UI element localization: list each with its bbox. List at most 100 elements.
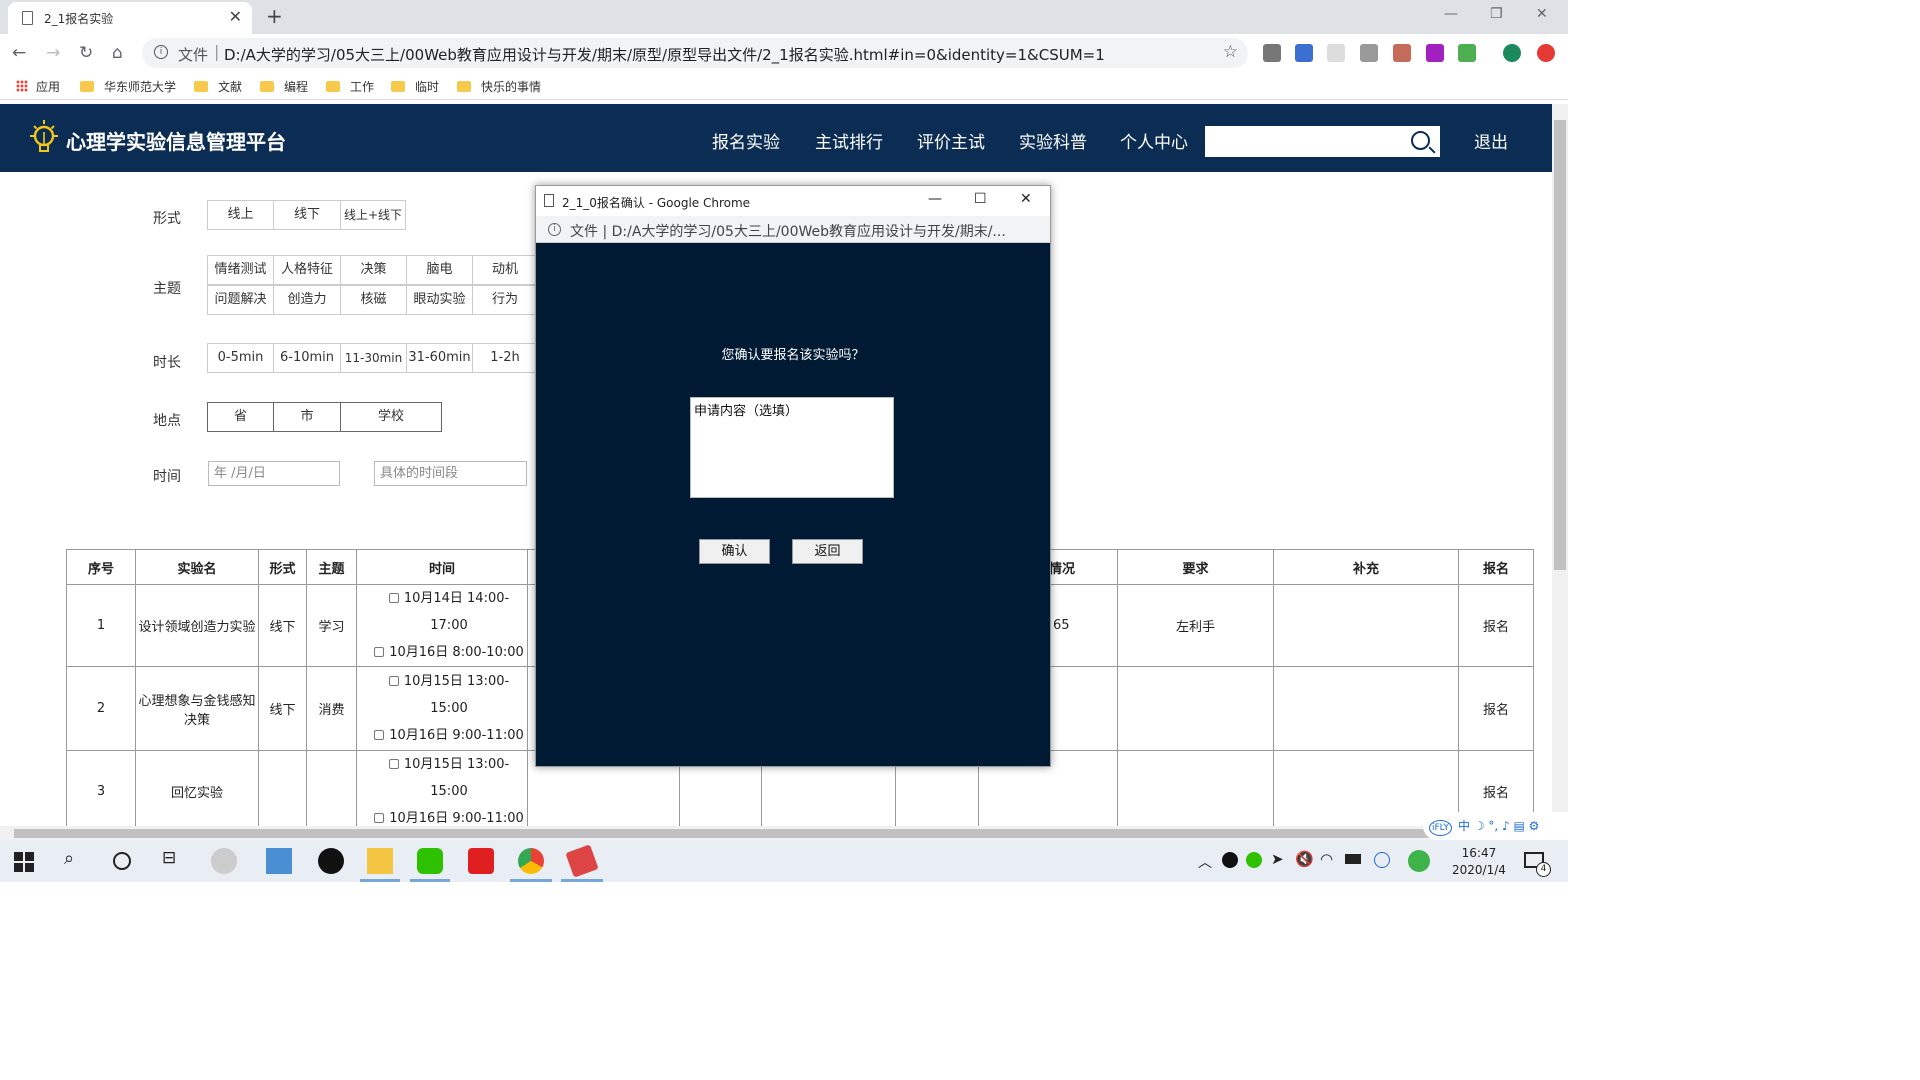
duration-option[interactable]: 11-30min — [340, 343, 407, 373]
time-option[interactable]: 10月14日 14:00-17:00 — [371, 585, 527, 639]
tray-ifly-icon[interactable] — [1374, 852, 1390, 868]
theme-option[interactable]: 情绪测试 — [207, 255, 274, 285]
ime-controls[interactable]: 中 ☽ °, ♪ ▤ ⚙ — [1458, 819, 1539, 833]
duration-option[interactable]: 0-5min — [207, 343, 274, 373]
file-explorer-icon[interactable] — [367, 848, 393, 874]
volume-icon[interactable]: 🔇 — [1295, 850, 1321, 876]
checkbox[interactable] — [388, 593, 399, 603]
application-textarea[interactable]: 申请内容（选填） — [690, 397, 894, 498]
restore-icon[interactable]: ❐ — [1490, 6, 1503, 22]
info-icon[interactable]: i — [154, 45, 168, 59]
theme-option[interactable]: 眼动实验 — [406, 285, 473, 315]
tray-send-icon[interactable]: ➤ — [1271, 850, 1297, 876]
bookmark-folder[interactable]: 临时 — [391, 78, 439, 95]
extension-icon[interactable] — [1295, 44, 1313, 62]
nav-profile[interactable]: 个人中心 — [1120, 128, 1188, 153]
axure-icon[interactable] — [565, 844, 599, 878]
wifi-icon[interactable]: ◠ — [1320, 850, 1346, 876]
task-view-icon[interactable]: ⊟ — [162, 848, 188, 874]
duration-option[interactable]: 6-10min — [273, 343, 341, 373]
time-option[interactable]: 10月15日 13:00-15:00 — [371, 751, 527, 805]
theme-option[interactable]: 问题解决 — [207, 285, 274, 315]
computer-icon[interactable] — [266, 848, 292, 874]
bookmark-folder[interactable]: 工作 — [326, 78, 374, 95]
tray-qq-icon[interactable] — [1222, 852, 1238, 868]
extension-icon[interactable] — [1426, 44, 1444, 62]
checkbox[interactable] — [374, 647, 385, 657]
checkbox[interactable] — [388, 676, 399, 686]
wechat-icon[interactable] — [417, 848, 443, 874]
omnibox[interactable]: i 文件 | D:/A大学的学习/05大三上/00Web教育应用设计与开发/期末… — [142, 38, 1248, 68]
form-option[interactable]: 线上 — [207, 200, 274, 230]
info-icon[interactable]: i — [548, 223, 561, 236]
bookmark-folder[interactable]: 快乐的事情 — [457, 78, 541, 95]
bookmark-apps[interactable]: 应用 — [16, 78, 60, 95]
search-input[interactable] — [1205, 126, 1440, 157]
time-period-input[interactable]: 具体的时间段 — [374, 461, 527, 486]
forward-icon[interactable]: → — [46, 43, 60, 63]
time-option[interactable]: 10月16日 8:00-10:00 — [371, 639, 527, 666]
checkbox[interactable] — [388, 759, 399, 769]
reload-icon[interactable]: ↻ — [79, 43, 93, 63]
extension-icon[interactable] — [1458, 44, 1476, 62]
duration-option[interactable]: 31-60min — [406, 343, 473, 373]
time-option[interactable]: 10月15日 13:00-15:00 — [371, 668, 527, 722]
url-text[interactable]: D:/A大学的学习/05大三上/00Web教育应用设计与开发/期末/原型/原型导… — [224, 44, 1105, 65]
tray-wechat-icon[interactable] — [1246, 852, 1262, 868]
form-option[interactable]: 线下 — [273, 200, 341, 230]
bookmark-folder[interactable]: 编程 — [260, 78, 308, 95]
form-option[interactable]: 线上+线下 — [340, 200, 406, 230]
place-option[interactable]: 学校 — [340, 402, 442, 432]
time-option[interactable]: 10月16日 9:00-11:00 — [371, 722, 527, 749]
extension-icon[interactable] — [1393, 44, 1411, 62]
update-icon[interactable] — [1537, 44, 1555, 62]
bookmark-folder[interactable]: 华东师范大学 — [80, 78, 176, 95]
close-window-icon[interactable]: ✕ — [1536, 6, 1548, 22]
back-button[interactable]: 返回 — [792, 539, 863, 564]
horizontal-scroll-thumb[interactable] — [14, 829, 1549, 838]
theme-option[interactable]: 脑电 — [406, 255, 473, 285]
theme-option[interactable]: 创造力 — [273, 285, 341, 315]
logout-link[interactable]: 退出 — [1474, 128, 1508, 153]
search-icon[interactable]: ⌕ — [64, 848, 90, 874]
tray-360-icon[interactable] — [1408, 850, 1430, 872]
place-option[interactable]: 省 — [207, 402, 274, 432]
qq-icon[interactable] — [318, 848, 344, 874]
cortana-icon[interactable] — [113, 852, 131, 870]
theme-option[interactable]: 决策 — [340, 255, 407, 285]
ifly-icon[interactable]: iFLY — [1429, 820, 1452, 836]
place-option[interactable]: 市 — [273, 402, 341, 432]
theme-option[interactable]: 核磁 — [340, 285, 407, 315]
close-tab-icon[interactable]: ✕ — [229, 7, 242, 26]
tray-chevron-icon[interactable]: ︿ — [1198, 852, 1224, 878]
app-icon[interactable] — [211, 848, 237, 874]
youdao-icon[interactable] — [468, 848, 494, 874]
nav-ranking[interactable]: 主试排行 — [815, 128, 883, 153]
checkbox[interactable] — [374, 813, 385, 823]
extension-icon[interactable] — [1263, 44, 1281, 62]
bookmark-star-icon[interactable]: ☆ — [1223, 42, 1238, 62]
nav-science[interactable]: 实验科普 — [1019, 128, 1087, 153]
theme-option[interactable]: 人格特征 — [273, 255, 341, 285]
search-icon[interactable] — [1411, 131, 1430, 150]
popup-address-bar[interactable]: i 文件 | D:/A大学的学习/05大三上/00Web教育应用设计与开发/期末… — [536, 216, 1050, 243]
signup-link[interactable]: 报名 — [1458, 666, 1534, 751]
chrome-icon[interactable] — [518, 848, 544, 874]
browser-tab[interactable]: 2_1报名实验 ✕ — [8, 2, 252, 34]
windows-start-icon[interactable] — [14, 852, 34, 872]
theme-option[interactable]: 行为 — [472, 285, 538, 315]
popup-maximize-icon[interactable]: ☐ — [974, 191, 987, 207]
clock[interactable]: 16:47 2020/1/4 — [1452, 845, 1506, 879]
nav-review[interactable]: 评价主试 — [917, 128, 985, 153]
back-icon[interactable]: ← — [12, 43, 26, 63]
battery-icon[interactable] — [1345, 854, 1361, 864]
profile-avatar[interactable] — [1503, 44, 1521, 62]
popup-minimize-icon[interactable]: — — [928, 191, 942, 207]
extension-icon[interactable] — [1327, 44, 1345, 62]
home-icon[interactable]: ⌂ — [112, 43, 123, 63]
nav-signup[interactable]: 报名实验 — [712, 128, 780, 153]
date-input[interactable]: 年 /月/日 — [208, 461, 340, 486]
ime-toolbar[interactable]: iFLY 中 ☽ °, ♪ ▤ ⚙ — [1423, 812, 1568, 840]
bookmark-folder[interactable]: 文献 — [194, 78, 242, 95]
popup-close-icon[interactable]: ✕ — [1020, 191, 1032, 207]
